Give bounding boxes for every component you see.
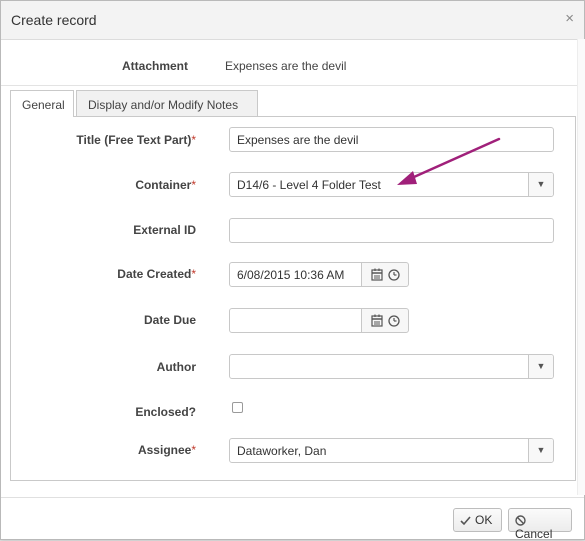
ok-button-label: OK [475,513,493,527]
ok-button[interactable]: OK [453,508,502,532]
enclosed-label: Enclosed? [135,405,196,419]
container-select-value: D14/6 - Level 4 Folder Test [237,178,381,192]
date-created-input[interactable]: 6/08/2015 10:36 AM [229,262,362,287]
close-icon[interactable]: × [565,11,574,27]
calendar-icon [371,268,383,281]
calendar-clock-icons [371,314,400,327]
footer-divider [1,497,584,498]
dialog-titlebar: Create record × [1,1,584,40]
author-label: Author [156,360,196,374]
author-select[interactable]: ▼ [229,354,554,379]
assignee-label-text: Assignee [137,443,192,457]
attachment-label: Attachment [122,59,189,73]
date-due-input[interactable] [229,308,362,333]
divider [1,85,584,86]
date-due-label: Date Due [143,313,196,327]
calendar-clock-icons [371,268,400,281]
chevron-down-icon[interactable]: ▼ [528,439,553,462]
required-marker: * [191,178,196,192]
required-marker: * [191,443,196,457]
create-record-dialog: Create record × Attachment Expenses are … [0,0,585,541]
clock-icon [388,315,400,327]
title-label-text: Title (Free Text Part) [76,133,192,147]
assignee-label: Assignee* [10,443,196,457]
ban-icon [515,515,526,527]
date-created-picker[interactable] [361,262,409,287]
assignee-select[interactable]: Dataworker, Dan ▼ [229,438,554,463]
scrollbar-track[interactable] [577,39,585,495]
dialog-title: Create record [11,12,97,28]
clock-icon [388,269,400,281]
chevron-down-icon[interactable]: ▼ [528,355,553,378]
tab-general[interactable]: General [10,90,74,117]
arrow-annotation [397,137,501,185]
tab-display-modify-notes[interactable]: Display and/or Modify Notes [76,90,258,116]
enclosed-checkbox[interactable] [232,402,243,413]
cancel-button-label: Cancel [515,527,553,541]
cancel-button[interactable]: Cancel [508,508,572,541]
title-label: Title (Free Text Part)* [10,133,196,147]
date-due-picker[interactable] [361,308,409,333]
date-created-label: Date Created* [10,267,196,281]
assignee-select-value: Dataworker, Dan [237,444,327,458]
calendar-icon [371,314,383,327]
attachment-value: Expenses are the devil [225,59,347,73]
required-marker: * [191,267,196,281]
date-created-label-text: Date Created [117,267,192,281]
required-marker: * [191,133,196,147]
external-id-input[interactable] [229,218,554,243]
check-icon [460,516,471,526]
chevron-down-icon[interactable]: ▼ [528,173,553,196]
container-label: Container* [10,178,196,192]
external-id-label: External ID [133,223,196,237]
container-label-text: Container [135,178,192,192]
